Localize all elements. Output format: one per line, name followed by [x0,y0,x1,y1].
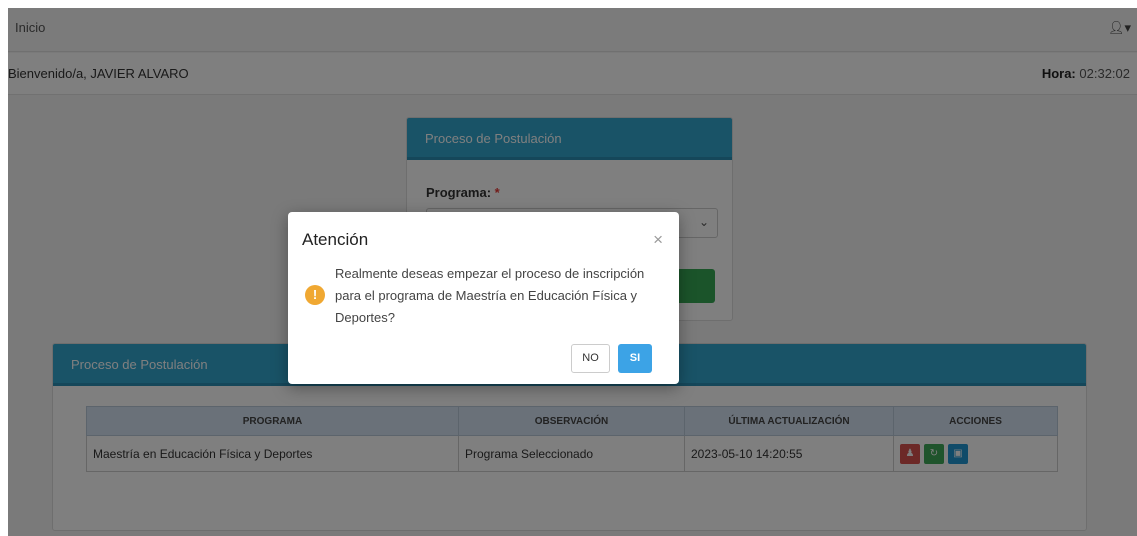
dialog-title: Atención [302,230,369,249]
dialog-message: Realmente deseas empezar el proceso de i… [335,266,645,325]
warning-icon: ! [305,285,325,305]
si-button[interactable]: SI [618,344,652,373]
no-button[interactable]: NO [571,344,610,373]
confirm-dialog: Atención × ! Realmente deseas empezar el… [288,212,679,384]
close-icon[interactable]: × [653,230,663,250]
